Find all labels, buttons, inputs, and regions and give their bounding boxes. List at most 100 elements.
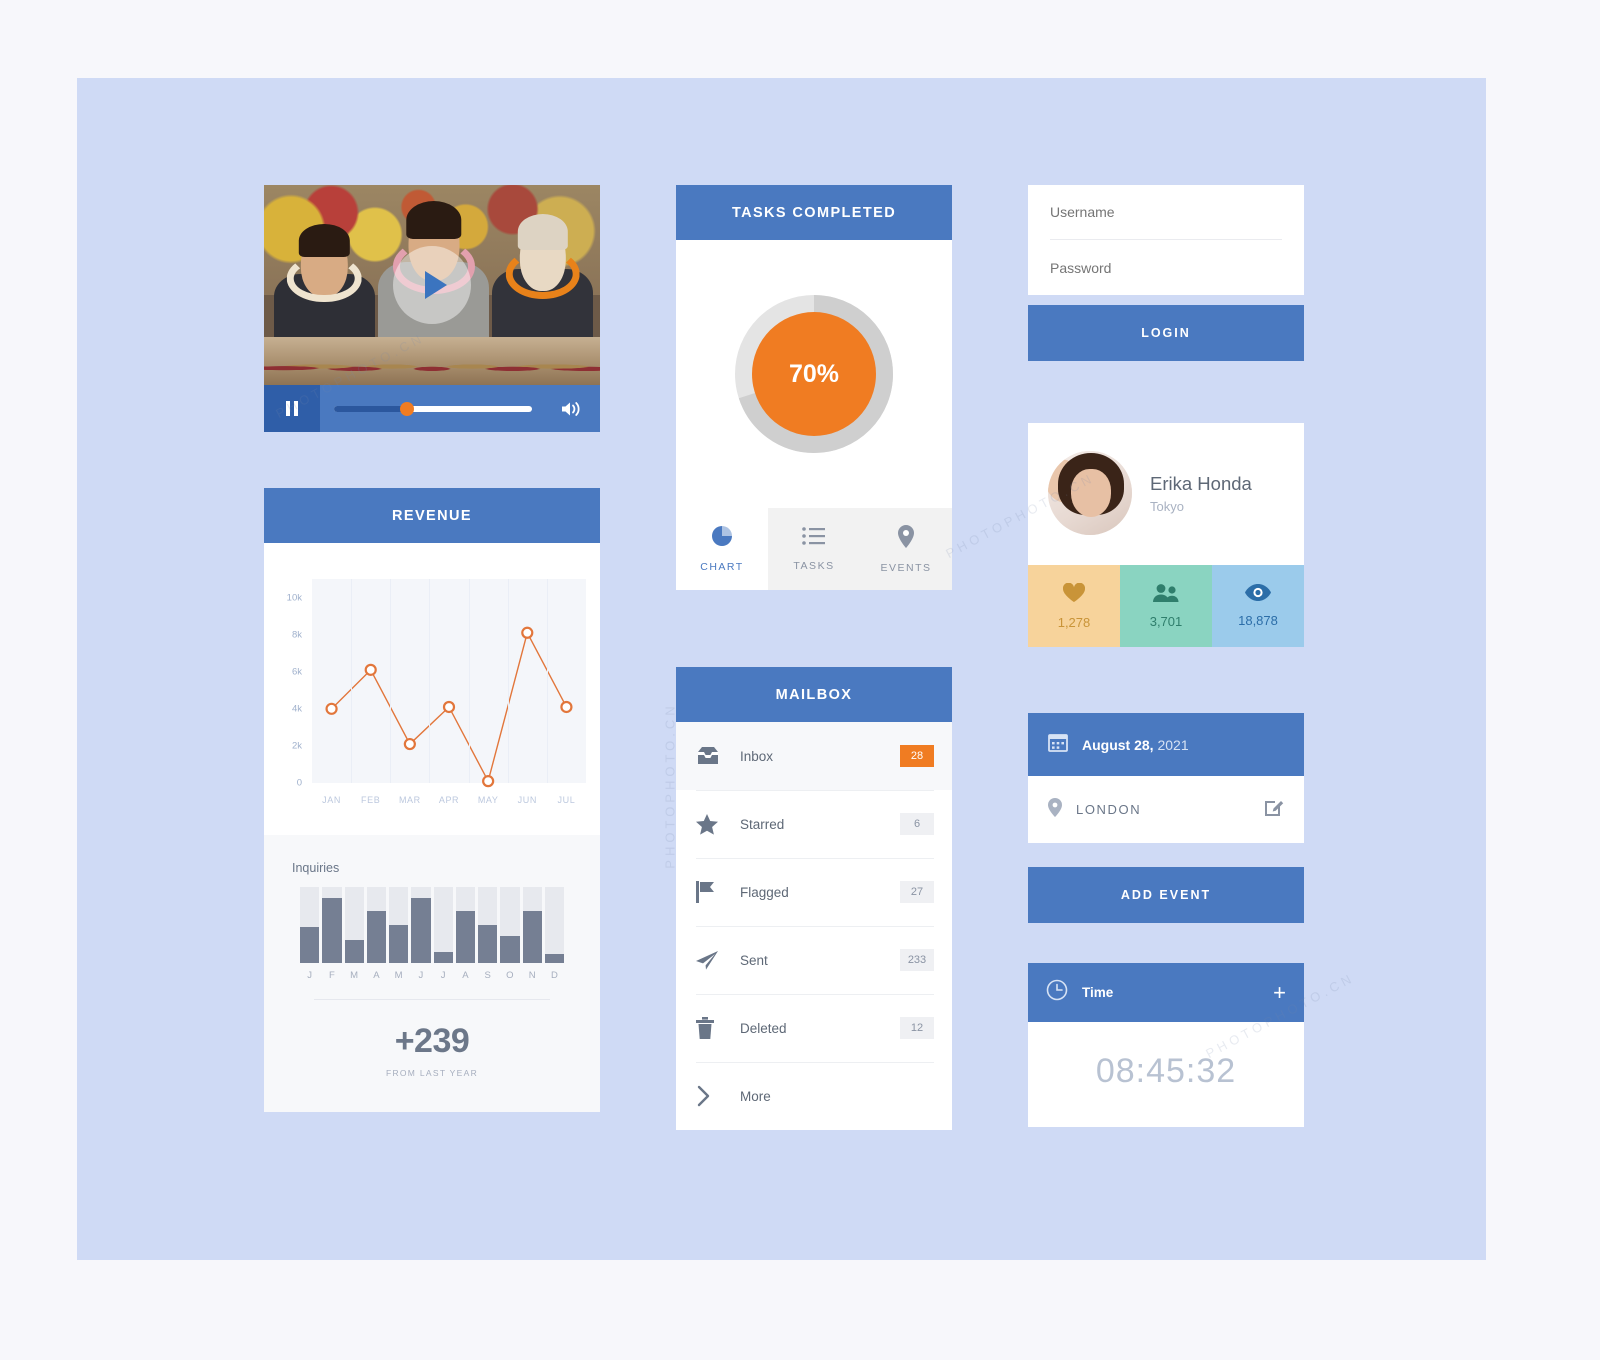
bar-track — [522, 887, 542, 963]
bar-track — [433, 887, 453, 963]
data-point — [521, 626, 534, 639]
bar-label: S — [484, 970, 491, 981]
bar — [433, 951, 453, 963]
event-date-day: August 28, — [1082, 736, 1154, 753]
password-row — [1050, 240, 1282, 295]
profile-stat-value: 1,278 — [1057, 614, 1091, 630]
username-input[interactable] — [1050, 204, 1282, 220]
event-city: LONDON — [1076, 802, 1142, 817]
username-row — [1050, 185, 1282, 240]
mailbox-item-label: Sent — [740, 952, 768, 968]
data-point — [325, 702, 338, 715]
bar-label: J — [307, 970, 312, 981]
x-tick-label: FEB — [361, 795, 381, 805]
play-icon[interactable] — [393, 246, 471, 324]
x-tick-label: JAN — [322, 795, 341, 805]
avatar — [1048, 451, 1132, 535]
inquiries-label: Inquiries — [292, 861, 340, 875]
map-pin-icon — [1048, 797, 1062, 822]
bar-track — [389, 887, 409, 963]
edit-icon[interactable] — [1264, 797, 1284, 822]
profile-header: Erika Honda Tokyo — [1028, 423, 1304, 565]
mailbox-item-more[interactable]: More — [676, 1062, 952, 1130]
revenue-card: REVENUE 10k 8k 6k 4k 2k 0 JAN FEB MAR APR MAY JUN J… — [264, 488, 600, 1112]
profile-stat-eye[interactable]: 18,878 — [1212, 565, 1304, 647]
tasks-gauge-area: 70% — [676, 240, 952, 508]
tasks-gauge: 70% — [729, 289, 899, 459]
pause-icon[interactable] — [264, 385, 320, 432]
mailbox-item-count: 27 — [900, 881, 934, 903]
tasks-completed-card: TASKS COMPLETED 70% CHART TASKS EVENTS — [676, 185, 952, 590]
tab-events[interactable]: EVENTS — [860, 508, 952, 590]
bar-track — [344, 887, 364, 963]
x-tick-label: MAY — [477, 795, 499, 805]
inquiries-bar-chart: Inquiries J F M A M J J A S O N D — [264, 835, 600, 1000]
login-button[interactable]: LOGIN — [1028, 305, 1304, 361]
grid-line — [351, 579, 353, 783]
heart-icon — [1062, 582, 1086, 608]
bar-label: O — [506, 970, 514, 981]
profile-stat-people[interactable]: 3,701 — [1120, 565, 1212, 647]
calendar-icon — [1048, 732, 1068, 757]
mailbox-item-count: 12 — [900, 1017, 934, 1039]
x-tick-label: MAR — [398, 795, 421, 805]
data-point — [442, 700, 456, 714]
bar-label: D — [550, 970, 558, 981]
mailbox-item-label: Deleted — [740, 1020, 787, 1036]
bar-track — [322, 887, 342, 963]
bar-label: F — [328, 970, 335, 981]
add-event-button[interactable]: ADD EVENT — [1028, 867, 1304, 923]
video-controls — [264, 385, 600, 432]
tasks-title: TASKS COMPLETED — [676, 185, 952, 240]
mailbox-item-sent[interactable]: Sent 233 — [676, 926, 952, 994]
mailbox-item-flagged[interactable]: Flagged 27 — [676, 858, 952, 926]
progress-handle[interactable] — [400, 401, 415, 416]
divider — [696, 1062, 934, 1063]
flag-icon — [696, 881, 740, 903]
x-tick-label: JUL — [557, 795, 576, 805]
time-body: 08:45:32 — [1028, 1022, 1304, 1127]
video-player-card — [264, 185, 600, 432]
time-header: Time + — [1028, 963, 1304, 1022]
revenue-total: +239 — [394, 1022, 470, 1060]
video-frame[interactable] — [264, 185, 600, 385]
revenue-y-axis: 10k 8k 6k 4k 2k 0 — [264, 579, 308, 788]
time-title: Time — [1082, 985, 1114, 1000]
mailbox-item-label: Inbox — [740, 748, 774, 764]
x-tick-label: JUN — [517, 795, 537, 805]
tab-chart[interactable]: CHART — [676, 508, 768, 590]
tasks-tabs: CHART TASKS EVENTS — [676, 508, 952, 590]
event-date-year: 2021 — [1157, 736, 1189, 753]
event-date: August 28, 2021 — [1082, 737, 1189, 753]
password-input[interactable] — [1050, 259, 1282, 276]
event-card: August 28, 2021 LONDON ADD EVENT — [1028, 713, 1304, 923]
mailbox-item-starred[interactable]: Starred 6 — [676, 790, 952, 858]
data-point — [482, 775, 495, 788]
mailbox-item-count: 28 — [900, 745, 934, 767]
data-point — [403, 737, 416, 751]
divider — [696, 790, 934, 791]
tab-tasks[interactable]: TASKS — [768, 508, 860, 590]
mailbox-list: Inbox 28 Starred 6 Flagged 27 Sent 233 Deleted 12… — [676, 722, 952, 1130]
grid-line — [507, 579, 509, 783]
profile-name: Erika Honda — [1150, 472, 1252, 494]
add-time-button[interactable]: + — [1273, 981, 1286, 1004]
bar-label: J — [440, 970, 446, 981]
grid-line — [546, 579, 548, 783]
time-card: Time + 08:45:32 — [1028, 963, 1304, 1127]
volume-icon[interactable] — [546, 400, 600, 418]
bar — [322, 898, 342, 963]
profile-stats: 1,278 3,701 18,878 — [1028, 565, 1304, 647]
mailbox-item-deleted[interactable]: Deleted 12 — [676, 994, 952, 1062]
bar-label: N — [528, 970, 536, 981]
bar — [389, 925, 409, 963]
profile-city: Tokyo — [1150, 498, 1184, 514]
profile-stat-heart[interactable]: 1,278 — [1028, 565, 1120, 647]
x-tick-label: APR — [438, 795, 460, 805]
divider — [696, 994, 934, 995]
grid-line — [468, 579, 470, 783]
mailbox-item-inbox[interactable]: Inbox 28 — [676, 722, 952, 790]
video-progress-slider[interactable] — [320, 401, 546, 416]
profile-stat-value: 3,701 — [1149, 614, 1183, 629]
mailbox-card: MAILBOX Inbox 28 Starred 6 Flagged 27 Sent 233 D… — [676, 667, 952, 1130]
